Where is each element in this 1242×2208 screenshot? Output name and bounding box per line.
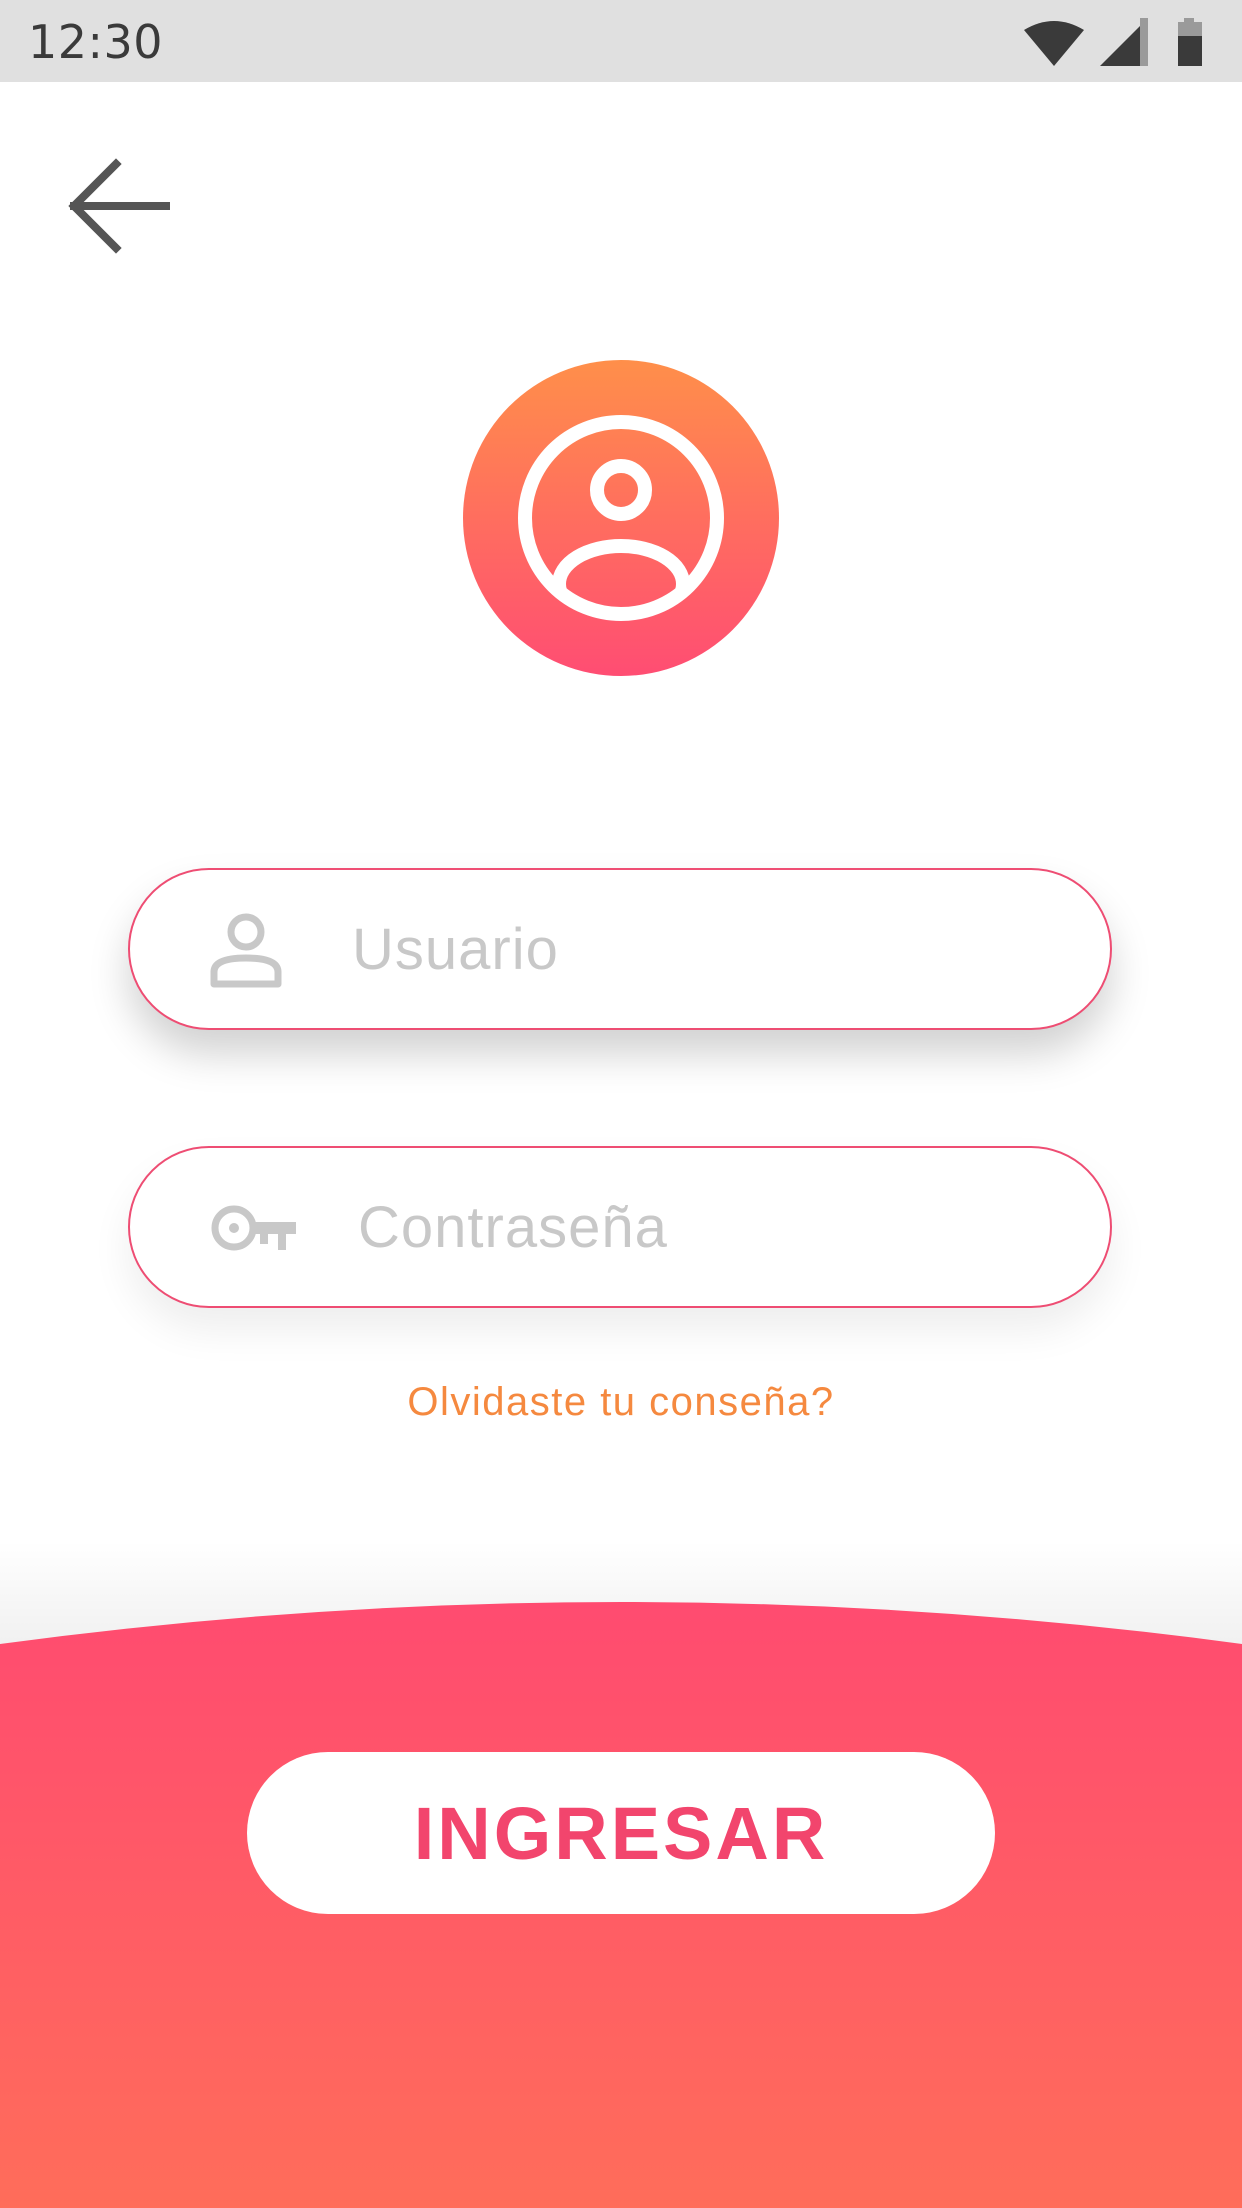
- forgot-password-link[interactable]: Olvidaste tu conseña?: [0, 1380, 1242, 1425]
- login-screen: 12:30 Usuario Olvidaste tu conseña? INGR…: [0, 0, 1242, 2208]
- user-circle-icon: [463, 360, 779, 676]
- person-icon: [210, 913, 282, 988]
- arrow-left-icon: [68, 158, 170, 254]
- wifi-icon: [1024, 21, 1084, 66]
- back-button[interactable]: [62, 150, 174, 262]
- username-field[interactable]: [128, 868, 1112, 1030]
- password-field[interactable]: [128, 1146, 1112, 1308]
- status-icons: [1024, 18, 1202, 66]
- username-input[interactable]: [352, 870, 1052, 1028]
- submit-button[interactable]: INGRESAR: [247, 1752, 995, 1914]
- key-icon: [211, 1205, 296, 1251]
- status-bar: 12:30: [0, 0, 1242, 82]
- cellular-signal-icon: [1100, 18, 1148, 66]
- status-time: 12:30: [28, 15, 164, 69]
- password-input[interactable]: [358, 1148, 1058, 1306]
- battery-icon: [1178, 18, 1202, 66]
